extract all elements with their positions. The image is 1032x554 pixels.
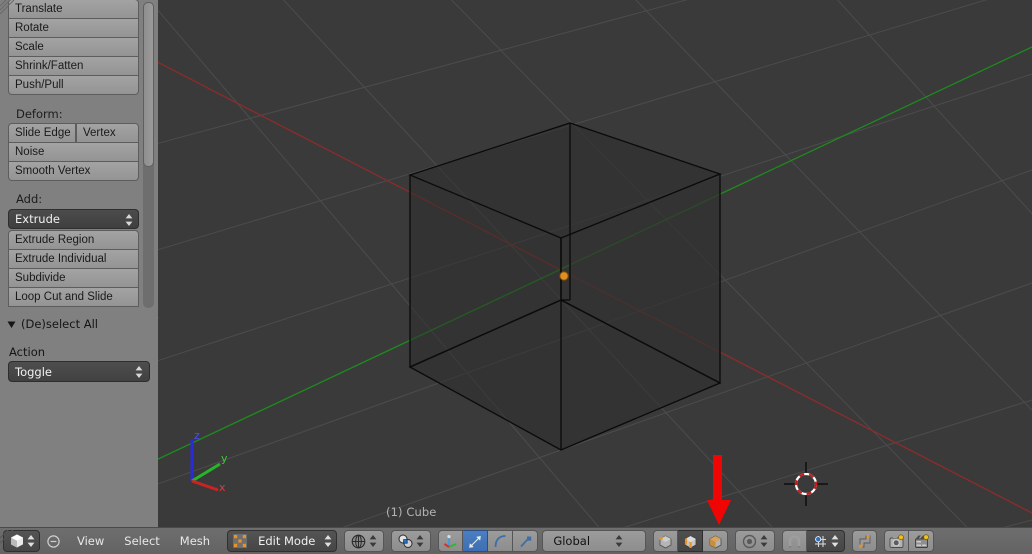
rotate-button[interactable]: Rotate bbox=[8, 18, 139, 38]
pivot-point-selector[interactable] bbox=[391, 530, 432, 552]
updown-arrows-icon bbox=[831, 535, 839, 547]
action-dropdown[interactable]: Toggle bbox=[8, 361, 150, 382]
operator-panel-title: (De)select All bbox=[21, 317, 98, 331]
blender-window: z y x (1) Cube Translate Rotate Scale Sh… bbox=[0, 0, 1032, 554]
manipulator-toggle-button[interactable] bbox=[438, 530, 464, 552]
face-select-button[interactable] bbox=[703, 530, 729, 552]
axis-gizmo: z y x bbox=[190, 429, 228, 494]
translate-button[interactable]: Translate bbox=[8, 0, 139, 19]
pivot-median-icon bbox=[398, 534, 413, 548]
action-dropdown-value: Toggle bbox=[15, 365, 52, 379]
updown-arrows-icon bbox=[615, 535, 623, 547]
vertex-select-button[interactable] bbox=[653, 530, 679, 552]
svg-text:y: y bbox=[221, 452, 228, 465]
snap-magnet-button[interactable] bbox=[782, 530, 808, 552]
scale-icon bbox=[520, 536, 532, 547]
mode-selector[interactable]: Edit Mode bbox=[227, 530, 338, 552]
menu-view[interactable]: View bbox=[67, 531, 114, 552]
loop-cut-and-slide-button[interactable]: Loop Cut and Slide bbox=[8, 287, 139, 307]
action-label: Action bbox=[9, 345, 46, 359]
face-select-icon bbox=[709, 535, 722, 548]
render-group bbox=[884, 530, 935, 552]
manipulator-group: Global bbox=[438, 530, 647, 552]
extrude-region-button[interactable]: Extrude Region bbox=[8, 230, 139, 250]
3d-viewport[interactable]: z y x (1) Cube bbox=[158, 0, 1032, 527]
snap-grid-icon bbox=[814, 535, 826, 547]
tool-shelf-scroll-region[interactable]: Translate Rotate Scale Shrink/Fatten Pus… bbox=[0, 0, 158, 310]
snap-target-selector[interactable] bbox=[807, 530, 846, 552]
origin-dot bbox=[559, 271, 569, 281]
occlude-geometry-icon bbox=[859, 534, 871, 548]
deform-heading: Deform: bbox=[16, 107, 63, 121]
manipulator-axes-icon bbox=[444, 534, 457, 548]
deform-button-group: Slide Edge Vertex Noise Smooth Vertex bbox=[8, 123, 139, 181]
noise-button[interactable]: Noise bbox=[8, 142, 139, 162]
vertex-select-icon bbox=[659, 535, 672, 548]
rotate-manipulator-button[interactable] bbox=[488, 530, 514, 552]
extrude-dropdown[interactable]: Extrude bbox=[8, 209, 139, 229]
subdivide-button[interactable]: Subdivide bbox=[8, 268, 139, 288]
operator-panel-header[interactable]: (De)select All bbox=[0, 310, 158, 331]
slide-edge-button[interactable]: Slide Edge bbox=[8, 123, 76, 143]
edge-select-icon bbox=[684, 535, 697, 548]
shrink-fatten-button[interactable]: Shrink/Fatten bbox=[8, 56, 139, 76]
snap-group bbox=[782, 530, 846, 552]
proportional-editing-selector[interactable] bbox=[735, 530, 776, 552]
transform-button-group: Translate Rotate Scale Shrink/Fatten Pus… bbox=[8, 0, 139, 95]
menu-mesh[interactable]: Mesh bbox=[170, 531, 220, 552]
mesh-select-mode-group bbox=[653, 530, 729, 552]
updown-arrows-icon bbox=[760, 535, 768, 547]
wireframe-globe-icon bbox=[351, 534, 366, 548]
tool-shelf-scrollbar-thumb[interactable] bbox=[143, 2, 154, 167]
editor-type-selector[interactable] bbox=[3, 530, 40, 552]
updown-arrows-icon bbox=[324, 535, 332, 547]
render-image-icon bbox=[889, 533, 905, 548]
updown-arrows-icon bbox=[125, 214, 133, 226]
editor-type-group[interactable] bbox=[3, 530, 40, 552]
extrude-dropdown-value: Extrude bbox=[15, 212, 60, 226]
magnet-icon bbox=[789, 534, 801, 548]
render-animation-button[interactable] bbox=[909, 530, 935, 552]
push-pull-button[interactable]: Push/Pull bbox=[8, 75, 139, 95]
orientation-value: Global bbox=[553, 534, 591, 548]
updown-arrows-icon bbox=[27, 535, 34, 547]
updown-arrows-icon bbox=[416, 535, 424, 547]
transform-orientation-selector[interactable]: Global bbox=[542, 530, 647, 552]
smooth-vertex-button[interactable]: Smooth Vertex bbox=[8, 161, 139, 181]
scale-button[interactable]: Scale bbox=[8, 37, 139, 57]
proportional-edit-icon bbox=[743, 534, 757, 548]
scale-manipulator-button[interactable] bbox=[513, 530, 539, 552]
add-button-group: Extrude Extrude Region Extrude Individua… bbox=[8, 209, 139, 307]
render-animation-icon bbox=[914, 533, 929, 548]
annotation-arrow-down bbox=[707, 455, 731, 525]
tool-shelf-panel: Translate Rotate Scale Shrink/Fatten Pus… bbox=[0, 0, 159, 527]
viewport-object-name: (1) Cube bbox=[386, 505, 437, 519]
svg-text:x: x bbox=[219, 481, 226, 494]
minus-circle-icon[interactable] bbox=[47, 534, 60, 548]
viewport-shading-selector[interactable] bbox=[344, 530, 385, 552]
viewport-header: View Select Mesh Edit Mode Global bbox=[0, 527, 1032, 554]
svg-text:z: z bbox=[194, 429, 200, 442]
arc-rotate-icon bbox=[494, 534, 506, 547]
tool-shelf-scrollbar[interactable] bbox=[143, 2, 154, 308]
edit-mode-icon bbox=[233, 534, 248, 548]
translate-manipulator-button[interactable] bbox=[463, 530, 489, 552]
vertex-button[interactable]: Vertex bbox=[76, 123, 139, 143]
render-image-button[interactable] bbox=[884, 530, 910, 552]
updown-arrows-icon bbox=[135, 366, 143, 378]
3d-cursor-icon bbox=[784, 462, 828, 506]
operator-redo-panel: (De)select All Action Toggle bbox=[0, 310, 158, 527]
extrude-individual-button[interactable]: Extrude Individual bbox=[8, 249, 139, 269]
cube-mesh[interactable] bbox=[158, 0, 1032, 527]
add-heading: Add: bbox=[16, 192, 43, 206]
updown-arrows-icon bbox=[369, 535, 377, 547]
arrow-translate-icon bbox=[468, 535, 481, 548]
mode-label: Edit Mode bbox=[258, 534, 316, 548]
slide-edge-vertex-row: Slide Edge Vertex bbox=[8, 123, 139, 143]
3d-view-icon bbox=[10, 534, 23, 548]
triangle-down-icon[interactable] bbox=[7, 320, 16, 329]
edge-select-button[interactable] bbox=[678, 530, 704, 552]
occlude-geometry-button[interactable] bbox=[852, 530, 878, 552]
menu-select[interactable]: Select bbox=[114, 531, 169, 552]
